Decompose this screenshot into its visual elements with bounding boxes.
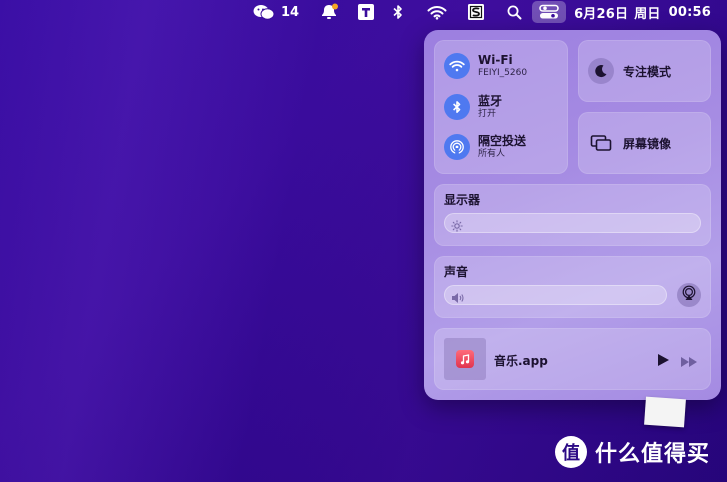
menu-bar: 14 6月26日 周日 00:56: [0, 0, 727, 24]
control-center-panel: Wi-Fi FEIYI_5260 蓝牙 打开 隔空投送 所有人 专注模式 屏幕镜…: [424, 30, 721, 400]
clock-date: 6月26日: [574, 6, 629, 22]
clock-weekday: 周日: [634, 6, 661, 22]
wifi-network-name: FEIYI_5260: [478, 68, 528, 78]
notification-status-item[interactable]: [313, 0, 345, 24]
sound-title: 声音: [444, 265, 469, 279]
wifi-title: Wi-Fi: [478, 53, 513, 67]
menubar-clock[interactable]: 6月26日 周日 00:56: [570, 0, 727, 24]
wifi-toggle[interactable]: Wi-Fi FEIYI_5260: [444, 53, 527, 79]
wifi-circle-icon: [444, 53, 470, 79]
focus-mode-label: 专注模式: [623, 64, 672, 79]
wifi-status-item[interactable]: [421, 0, 453, 24]
screen-mirroring-tile[interactable]: 屏幕镜像: [578, 112, 711, 174]
focus-mode-tile[interactable]: 专注模式: [578, 40, 711, 102]
smzdm-watermark-text: 什么值得买: [595, 442, 711, 467]
album-artwork: [444, 338, 486, 380]
fast-forward-button[interactable]: [680, 353, 698, 372]
now-playing-tile: 音乐.app: [434, 328, 711, 390]
s-app-icon: [467, 3, 485, 21]
music-note-icon: [456, 350, 474, 368]
wechat-icon: [253, 4, 275, 20]
typora-status-item[interactable]: [351, 0, 381, 24]
airdrop-circle-icon: [444, 134, 470, 160]
brightness-icon: [451, 217, 463, 236]
bluetooth-status-item[interactable]: [385, 0, 411, 24]
s-app-status-item[interactable]: [461, 0, 491, 24]
smzdm-logo-icon: 值: [555, 436, 587, 468]
wechat-unread-count: 14: [280, 4, 300, 20]
bluetooth-toggle[interactable]: 蓝牙 打开: [444, 94, 502, 120]
play-button[interactable]: [656, 352, 670, 371]
smzdm-watermark: 值 什么值得买: [555, 436, 710, 468]
airdrop-toggle[interactable]: 隔空投送 所有人: [444, 134, 526, 160]
bluetooth-status: 打开: [478, 109, 497, 119]
notification-bell-icon: [319, 3, 339, 21]
moon-icon: [588, 58, 614, 84]
wifi-icon: [427, 5, 447, 20]
airdrop-title: 隔空投送: [478, 134, 527, 148]
airdrop-status: 所有人: [478, 149, 506, 159]
speaker-icon: [451, 289, 465, 308]
spotlight-search-item[interactable]: [501, 0, 528, 24]
airplay-audio-icon: [681, 285, 697, 305]
screen-mirroring-label: 屏幕镜像: [623, 136, 672, 151]
wechat-status-item[interactable]: 14: [247, 0, 305, 24]
bluetooth-icon: [391, 4, 405, 20]
network-tile: Wi-Fi FEIYI_5260 蓝牙 打开 隔空投送 所有人: [434, 40, 568, 174]
display-tile: 显示器: [434, 184, 711, 246]
screen-mirroring-icon: [588, 134, 614, 152]
airplay-audio-button[interactable]: [677, 283, 701, 307]
clock-time: 00:56: [668, 4, 711, 20]
desktop-note-paper: [644, 396, 686, 428]
now-playing-app-name: 音乐.app: [494, 354, 548, 368]
search-icon: [507, 5, 522, 20]
control-center-icon: [538, 3, 560, 21]
volume-slider[interactable]: [444, 285, 667, 305]
sound-tile: 声音: [434, 256, 711, 318]
typora-t-icon: [357, 3, 375, 21]
bluetooth-title: 蓝牙: [478, 94, 503, 108]
control-center-status-item[interactable]: [532, 1, 567, 23]
brightness-slider[interactable]: [444, 213, 701, 233]
display-title: 显示器: [444, 193, 481, 207]
bluetooth-circle-icon: [444, 94, 470, 120]
